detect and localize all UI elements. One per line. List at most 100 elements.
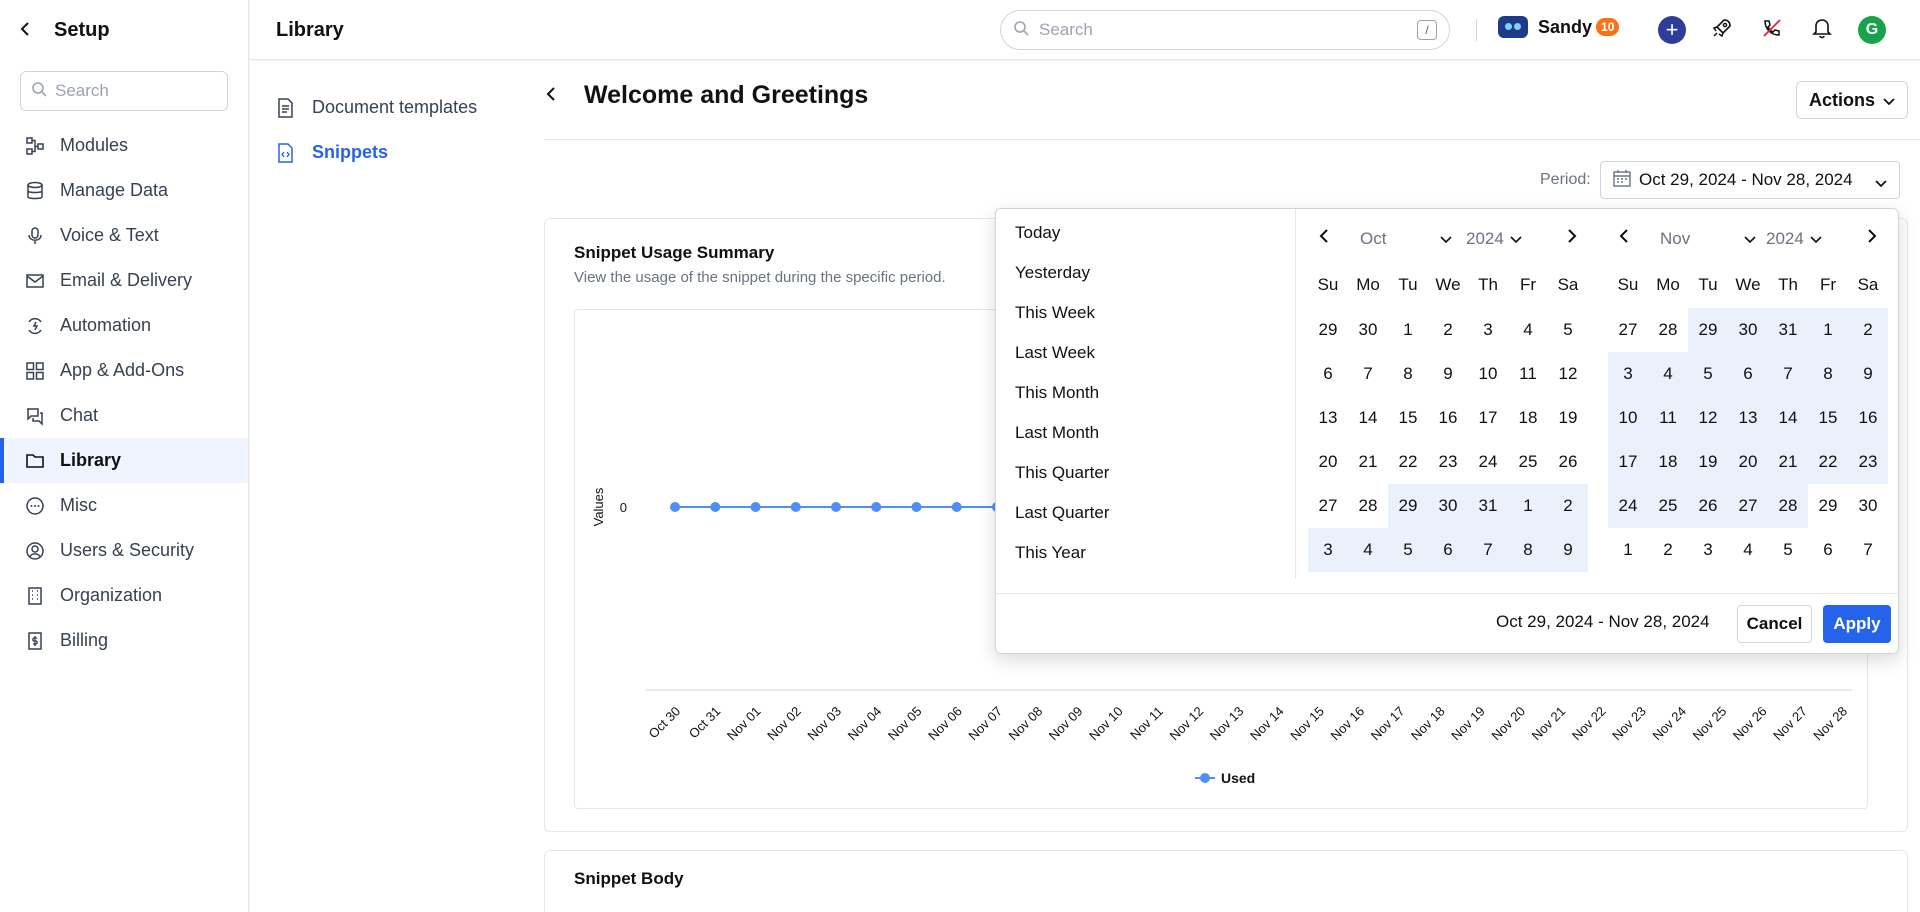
calendar-day[interactable]: 7 — [1468, 528, 1508, 572]
calendar-day[interactable]: 24 — [1468, 440, 1508, 484]
calendar-day[interactable]: 8 — [1388, 352, 1428, 396]
calendar-day[interactable]: 11 — [1648, 396, 1688, 440]
calendar-day[interactable]: 6 — [1808, 528, 1848, 572]
calendar-day[interactable]: 6 — [1308, 352, 1348, 396]
calendar-day[interactable]: 14 — [1768, 396, 1808, 440]
month-select[interactable]: Nov — [1660, 229, 1756, 249]
calendar-day[interactable]: 25 — [1508, 440, 1548, 484]
calendar-day[interactable]: 9 — [1848, 352, 1888, 396]
sidebar-item-library[interactable]: Library — [0, 438, 248, 483]
calendar-day[interactable]: 30 — [1728, 308, 1768, 352]
calendar-day[interactable]: 23 — [1428, 440, 1468, 484]
calendar-day[interactable]: 27 — [1608, 308, 1648, 352]
calendar-day[interactable]: 3 — [1308, 528, 1348, 572]
calendar-day[interactable]: 5 — [1768, 528, 1808, 572]
calendar-day[interactable]: 22 — [1808, 440, 1848, 484]
preset-option[interactable]: This Year — [996, 533, 1295, 573]
calendar-day[interactable]: 30 — [1348, 308, 1388, 352]
preset-option[interactable]: Yesterday — [996, 253, 1295, 293]
calendar-day[interactable]: 29 — [1308, 308, 1348, 352]
rocket-button[interactable] — [1708, 16, 1736, 44]
calendar-day[interactable]: 6 — [1428, 528, 1468, 572]
calendar-day[interactable]: 12 — [1688, 396, 1728, 440]
sidebar-item-organization[interactable]: Organization — [0, 573, 248, 618]
preset-option[interactable]: Last Month — [996, 413, 1295, 453]
calendar-day[interactable]: 20 — [1308, 440, 1348, 484]
calendar-day[interactable]: 29 — [1388, 484, 1428, 528]
calendar-day[interactable]: 30 — [1848, 484, 1888, 528]
calendar-day[interactable]: 25 — [1648, 484, 1688, 528]
preset-option[interactable]: Today — [996, 213, 1295, 253]
calendar-day[interactable]: 27 — [1728, 484, 1768, 528]
sidebar-item-manage-data[interactable]: Manage Data — [0, 168, 248, 213]
calendar-day[interactable]: 1 — [1808, 308, 1848, 352]
prev-month-button[interactable] — [1314, 227, 1334, 250]
calendar-day[interactable]: 1 — [1608, 528, 1648, 572]
global-search[interactable]: / — [1000, 10, 1450, 50]
calendar-day[interactable]: 7 — [1348, 352, 1388, 396]
calendar-day[interactable]: 28 — [1768, 484, 1808, 528]
calendar-day[interactable]: 16 — [1428, 396, 1468, 440]
subnav-item-document-templates[interactable]: Document templates — [276, 97, 477, 118]
preset-option[interactable]: Last Year — [996, 573, 1295, 579]
calendar-day[interactable]: 14 — [1348, 396, 1388, 440]
prev-month-button[interactable] — [1614, 227, 1634, 250]
calendar-day[interactable]: 8 — [1508, 528, 1548, 572]
calendar-day[interactable]: 18 — [1508, 396, 1548, 440]
calendar-day[interactable]: 7 — [1848, 528, 1888, 572]
calendar-day[interactable]: 23 — [1848, 440, 1888, 484]
global-search-input[interactable] — [1039, 20, 1399, 40]
calendar-day[interactable]: 19 — [1688, 440, 1728, 484]
sidebar-item-chat[interactable]: Chat — [0, 393, 248, 438]
calendar-day[interactable]: 15 — [1388, 396, 1428, 440]
calendar-day[interactable]: 1 — [1508, 484, 1548, 528]
period-date-range-field[interactable]: Oct 29, 2024 - Nov 28, 2024 — [1600, 161, 1900, 199]
sidebar-item-billing[interactable]: Billing — [0, 618, 248, 663]
add-button[interactable]: + — [1658, 16, 1686, 44]
calendar-day[interactable]: 12 — [1548, 352, 1588, 396]
calendar-day[interactable]: 31 — [1768, 308, 1808, 352]
sidebar-item-users-security[interactable]: Users & Security — [0, 528, 248, 573]
calendar-day[interactable]: 19 — [1548, 396, 1588, 440]
calendar-day[interactable]: 7 — [1768, 352, 1808, 396]
calendar-day[interactable]: 13 — [1728, 396, 1768, 440]
calendar-day[interactable]: 4 — [1508, 308, 1548, 352]
subnav-item-snippets[interactable]: Snippets — [276, 142, 388, 163]
sidebar-item-automation[interactable]: Automation — [0, 303, 248, 348]
calendar-day[interactable]: 2 — [1428, 308, 1468, 352]
calendar-day[interactable]: 2 — [1648, 528, 1688, 572]
actions-dropdown-button[interactable]: Actions — [1796, 81, 1908, 119]
next-month-button[interactable] — [1562, 227, 1582, 250]
preset-option[interactable]: Last Week — [996, 333, 1295, 373]
calendar-day[interactable]: 10 — [1608, 396, 1648, 440]
calendar-day[interactable]: 20 — [1728, 440, 1768, 484]
calendar-day[interactable]: 4 — [1348, 528, 1388, 572]
calendar-day[interactable]: 26 — [1548, 440, 1588, 484]
calendar-day[interactable]: 29 — [1808, 484, 1848, 528]
calendar-day[interactable]: 10 — [1468, 352, 1508, 396]
calendar-day[interactable]: 13 — [1308, 396, 1348, 440]
preset-option[interactable]: Last Quarter — [996, 493, 1295, 533]
preset-option[interactable]: This Month — [996, 373, 1295, 413]
back-chevron-icon[interactable] — [544, 82, 566, 110]
calendar-day[interactable]: 30 — [1428, 484, 1468, 528]
calendar-day[interactable]: 29 — [1688, 308, 1728, 352]
preset-option[interactable]: This Week — [996, 293, 1295, 333]
calendar-day[interactable]: 9 — [1428, 352, 1468, 396]
calendar-day[interactable]: 17 — [1468, 396, 1508, 440]
avatar[interactable]: G — [1858, 16, 1886, 44]
calendar-day[interactable]: 21 — [1768, 440, 1808, 484]
calendar-day[interactable]: 2 — [1848, 308, 1888, 352]
apply-button[interactable]: Apply — [1823, 605, 1891, 643]
back-chevron-icon[interactable] — [18, 17, 40, 43]
calendar-day[interactable]: 1 — [1388, 308, 1428, 352]
calendar-day[interactable]: 26 — [1688, 484, 1728, 528]
calendar-day[interactable]: 2 — [1548, 484, 1588, 528]
next-month-button[interactable] — [1862, 227, 1882, 250]
calendar-day[interactable]: 31 — [1468, 484, 1508, 528]
preset-option[interactable]: This Quarter — [996, 453, 1295, 493]
calendar-day[interactable]: 28 — [1648, 308, 1688, 352]
sidebar-search[interactable] — [20, 71, 228, 111]
user-menu[interactable]: Sandy 10 — [1498, 16, 1620, 38]
calendar-day[interactable]: 17 — [1608, 440, 1648, 484]
